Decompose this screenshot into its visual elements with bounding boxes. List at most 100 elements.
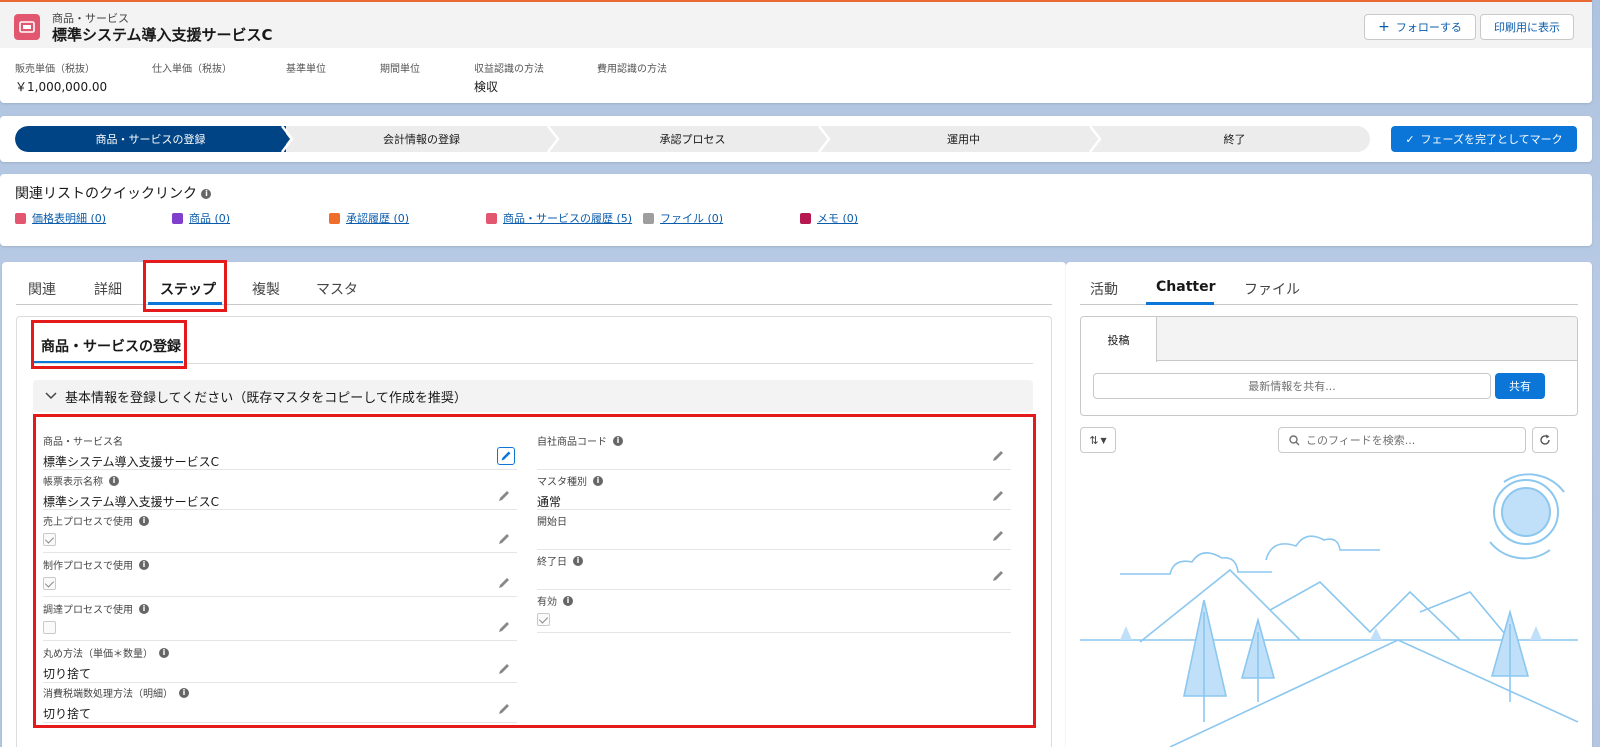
record-header: 商品・サービス 標準システム導入支援サービスC + フォローする 印刷用に表示 …	[0, 0, 1592, 103]
quick-link[interactable]: 商品 (0)	[172, 210, 230, 226]
quick-link[interactable]: メモ (0)	[800, 210, 858, 226]
note-icon	[800, 212, 811, 224]
section-title: 基本情報を登録してください（既存マスタをコピーして作成を推奨）	[65, 390, 467, 406]
search-icon	[1289, 434, 1300, 445]
field-label-text: 開始日	[537, 517, 567, 528]
checkbox[interactable]	[43, 621, 56, 634]
info-icon[interactable]: i	[593, 475, 603, 486]
empty-feed-illustration	[1080, 473, 1578, 747]
mark-complete-label: フェーズを完了としてマーク	[1420, 133, 1563, 146]
highlight-box-subtab	[31, 320, 187, 369]
edit-pencil-icon[interactable]	[497, 702, 511, 716]
share-button[interactable]: 共有	[1495, 373, 1545, 399]
field-label: 仕入単価（税抜）	[152, 64, 232, 75]
chevron-down-icon: ▼	[1100, 435, 1107, 445]
path-component: 商品・サービスの登録 会計情報の登録 承認プロセス 運用中 終了 ✓ フェーズを…	[0, 116, 1592, 162]
field-label-text: 商品・サービス名	[43, 437, 123, 448]
feed-search-input[interactable]: このフィードを検索...	[1278, 427, 1526, 453]
info-icon[interactable]: i	[563, 595, 573, 606]
info-icon[interactable]: i	[179, 687, 189, 698]
info-icon[interactable]: i	[159, 647, 169, 658]
info-icon[interactable]: i	[201, 189, 212, 199]
plus-icon: +	[1378, 19, 1390, 35]
field-value: 通常	[537, 495, 562, 509]
edit-pencil-icon[interactable]	[497, 662, 511, 676]
right-tabs: 活動 Chatter ファイル	[1080, 262, 1578, 305]
quick-link[interactable]: 承認履歴 (0)	[329, 210, 409, 226]
tab-files[interactable]: ファイル	[1244, 279, 1300, 299]
edit-pencil-icon[interactable]	[991, 449, 1005, 463]
edit-pencil-icon[interactable]	[497, 576, 511, 590]
field-label: 基準単位	[286, 64, 326, 75]
highlight-field: 収益認識の方法 検収	[474, 60, 544, 95]
quick-link-label: ファイル (0)	[660, 212, 724, 225]
product-icon	[172, 212, 183, 224]
tab-clone[interactable]: 複製	[252, 279, 280, 299]
mark-stage-complete-button[interactable]: ✓ フェーズを完了としてマーク	[1391, 126, 1577, 152]
record-header-top: 商品・サービス 標準システム導入支援サービスC + フォローする 印刷用に表示	[0, 2, 1592, 48]
field-value: 切り捨て	[43, 707, 92, 721]
field-label: マスタ種別 i	[537, 473, 1011, 488]
quick-link-label: メモ (0)	[817, 212, 859, 225]
highlight-field: 販売単価（税抜） ￥1,000,000.00	[15, 60, 107, 95]
highlight-field: 費用認識の方法	[597, 60, 667, 78]
field-label: 終了日 i	[537, 553, 1011, 568]
tab-chatter[interactable]: Chatter	[1156, 279, 1215, 295]
chevron-down-icon	[45, 392, 57, 400]
quick-link-label: 価格表明細 (0)	[32, 212, 107, 225]
follow-button[interactable]: + フォローする	[1364, 14, 1476, 40]
tab-details[interactable]: 詳細	[94, 279, 122, 299]
quick-link[interactable]: 商品・サービスの履歴 (5)	[486, 210, 632, 226]
field-sales-process: 売上プロセスで使用 i	[43, 513, 517, 553]
share-update-input[interactable]: 最新情報を共有...	[1093, 373, 1491, 399]
info-icon[interactable]: i	[139, 559, 149, 570]
active-tab-indicator	[1146, 302, 1214, 305]
tab-master[interactable]: マスタ	[316, 279, 358, 299]
product-object-icon	[14, 14, 40, 40]
path-chevrons	[280, 126, 1102, 152]
edit-pencil-icon[interactable]	[991, 529, 1005, 543]
quick-link-label: 商品・サービスの履歴 (5)	[503, 212, 633, 225]
edit-pencil-icon[interactable]	[497, 489, 511, 503]
section-header[interactable]: 基本情報を登録してください（既存マスタをコピーして作成を推奨）	[33, 380, 1033, 412]
checkbox[interactable]	[43, 533, 56, 546]
tab-related[interactable]: 関連	[28, 279, 56, 299]
edit-pencil-icon[interactable]	[497, 532, 511, 546]
step-panel: 商品・サービスの登録 基本情報を登録してください（既存マスタをコピーして作成を推…	[16, 316, 1052, 747]
publisher-tab-post[interactable]: 投稿	[1081, 317, 1157, 362]
main-tabset-card: 関連 詳細 ステップ 複製 マスタ 商品・サービスの登録 基本情報を登録してくだ…	[2, 260, 1066, 747]
info-icon[interactable]: i	[109, 475, 119, 486]
edit-pencil-icon[interactable]	[991, 569, 1005, 583]
print-view-button[interactable]: 印刷用に表示	[1480, 14, 1574, 40]
quick-link[interactable]: ファイル (0)	[643, 210, 723, 226]
edit-pencil-icon[interactable]	[497, 447, 515, 465]
field-label: 調達プロセスで使用 i	[43, 601, 517, 616]
info-icon[interactable]: i	[573, 555, 583, 566]
field-label: 販売単価（税抜）	[15, 64, 95, 75]
field-label-text: 終了日	[537, 557, 567, 568]
info-icon[interactable]: i	[613, 435, 623, 446]
edit-pencil-icon[interactable]	[497, 620, 511, 634]
field-label-text: マスタ種別	[537, 477, 587, 488]
field-value: ￥1,000,000.00	[15, 80, 108, 94]
feed-sort-button[interactable]: ⇅ ▼	[1080, 427, 1116, 453]
highlight-box-step-tab	[143, 260, 227, 312]
checkbox[interactable]	[43, 577, 56, 590]
field-label: 費用認識の方法	[597, 64, 667, 75]
field-label-text: 売上プロセスで使用	[43, 517, 133, 528]
chatter-panel: 活動 Chatter ファイル 投稿 最新情報を共有... 共有 ⇅ ▼ このフィ…	[1066, 262, 1592, 747]
info-icon[interactable]: i	[139, 515, 149, 526]
file-icon	[643, 212, 654, 224]
quick-link-label: 商品 (0)	[189, 212, 231, 225]
history-icon	[486, 212, 497, 224]
info-icon[interactable]: i	[139, 603, 149, 614]
refresh-feed-button[interactable]	[1532, 427, 1558, 453]
checkbox[interactable]	[537, 613, 550, 626]
field-rounding-method: 丸め方法（単価＊数量） i 切り捨て	[43, 645, 517, 683]
field-value: 標準システム導入支援サービスC	[43, 495, 220, 509]
tab-activity[interactable]: 活動	[1090, 279, 1118, 299]
edit-pencil-icon[interactable]	[991, 489, 1005, 503]
quick-link[interactable]: 価格表明細 (0)	[15, 210, 106, 226]
highlight-field: 期間単位	[380, 60, 420, 78]
field-product-code: 自社商品コード i	[537, 433, 1011, 470]
